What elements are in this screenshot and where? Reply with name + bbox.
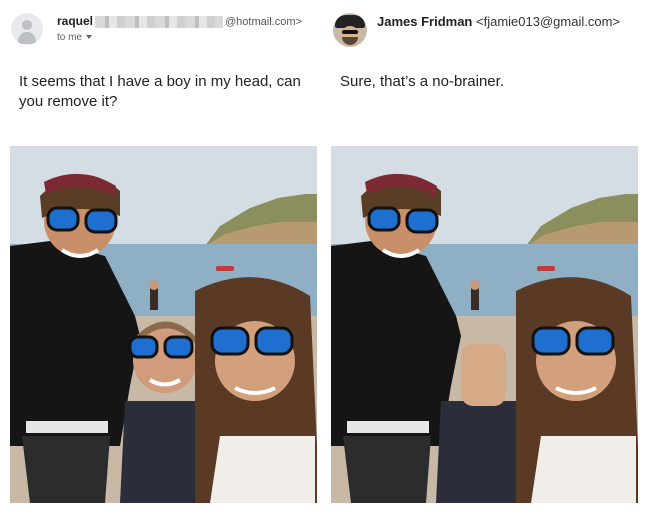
edited-photo [331,146,638,503]
recipient-label: to me [57,32,83,43]
reply-sender-name[interactable]: James Fridman [377,14,472,29]
person-icon [22,20,32,30]
sender-domain: @hotmail.com> [225,16,302,28]
original-photo [10,146,317,503]
beach-selfie-original [10,146,317,503]
default-avatar[interactable] [11,13,43,45]
redacted-email-bar [95,16,224,29]
recipient-dropdown[interactable]: to me [57,32,93,43]
reply-sender-line: James Fridman <fjamie013@gmail.com> [377,14,620,29]
sender-name[interactable]: raquel [57,14,93,28]
chevron-down-icon [86,35,93,40]
beach-selfie-edited [331,146,638,503]
sender-line: raquel @hotmail.com> [57,14,302,29]
request-message: It seems that I have a boy in my head, c… [19,73,301,110]
original-email-panel: raquel @hotmail.com> to me It seems that … [0,0,325,521]
reply-message: Sure, that’s a no-brainer. [340,73,504,90]
reply-sender-email: <fjamie013@gmail.com> [476,14,620,29]
james-avatar[interactable] [333,13,367,47]
reply-email-panel: James Fridman <fjamie013@gmail.com> Sure… [325,0,650,521]
